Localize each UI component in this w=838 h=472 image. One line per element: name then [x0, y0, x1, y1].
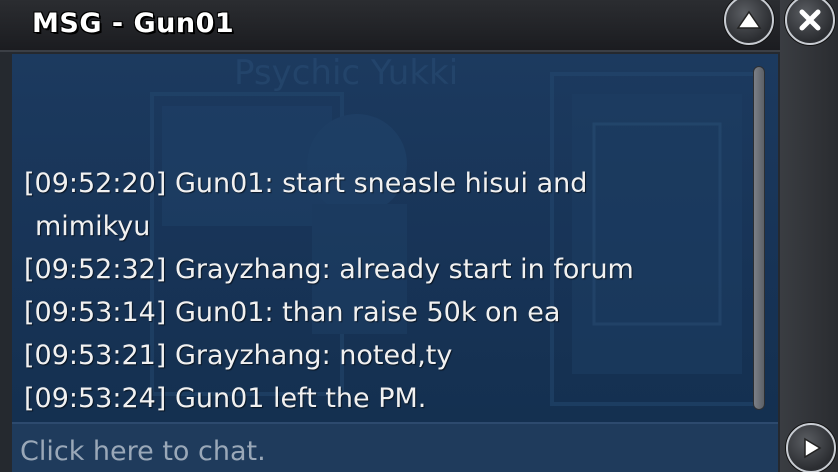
- message-text: Grayzhang: already start in forum: [174, 254, 634, 285]
- message-timestamp: [09:53:24]: [24, 383, 167, 414]
- chat-message: [09:53:14] Gun01: than raise 50k on ea: [24, 291, 724, 334]
- send-button[interactable]: [786, 423, 836, 472]
- play-arrow-icon: [804, 437, 822, 459]
- chat-message: [09:52:20] Gun01: start sneasle hisui an…: [24, 162, 724, 248]
- window-title: MSG - Gun01: [32, 8, 235, 39]
- message-text-continuation: mimikyu: [35, 211, 151, 242]
- close-icon: [799, 9, 821, 31]
- chevron-up-icon: [736, 10, 762, 29]
- message-text: Gun01: than raise 50k on ea: [174, 297, 561, 328]
- chat-message: [09:52:32] Grayzhang: already start in f…: [24, 248, 724, 291]
- message-text: Gun01 left the PM.: [174, 383, 427, 414]
- message-text: Gun01: start sneasle hisui and: [174, 168, 588, 199]
- chat-message: [09:53:24] Gun01 left the PM.: [24, 377, 724, 420]
- background-faint-text: Psychic Yukki: [234, 54, 458, 93]
- message-timestamp: [09:52:20]: [24, 168, 167, 199]
- message-timestamp: [09:52:32]: [24, 254, 167, 285]
- scrollbar-thumb[interactable]: [753, 66, 765, 410]
- chat-scrollbar[interactable]: [750, 60, 768, 412]
- chat-input-bar: [12, 422, 778, 472]
- chat-log[interactable]: Psychic Yukki [09:52:20] Gun01: start sn…: [12, 54, 778, 422]
- message-text: Grayzhang: noted,ty: [174, 340, 453, 371]
- title-bar[interactable]: MSG - Gun01: [0, 0, 780, 52]
- message-timestamp: [09:53:21]: [24, 340, 167, 371]
- message-window: MSG - Gun01 Psychic Yukki [09:52:20] Gun…: [0, 0, 838, 472]
- chat-input[interactable]: [20, 432, 760, 470]
- window-side-frame: [780, 0, 838, 472]
- message-timestamp: [09:53:14]: [24, 297, 167, 328]
- message-list: [09:52:20] Gun01: start sneasle hisui an…: [24, 162, 724, 420]
- chat-message: [09:53:21] Grayzhang: noted,ty: [24, 334, 724, 377]
